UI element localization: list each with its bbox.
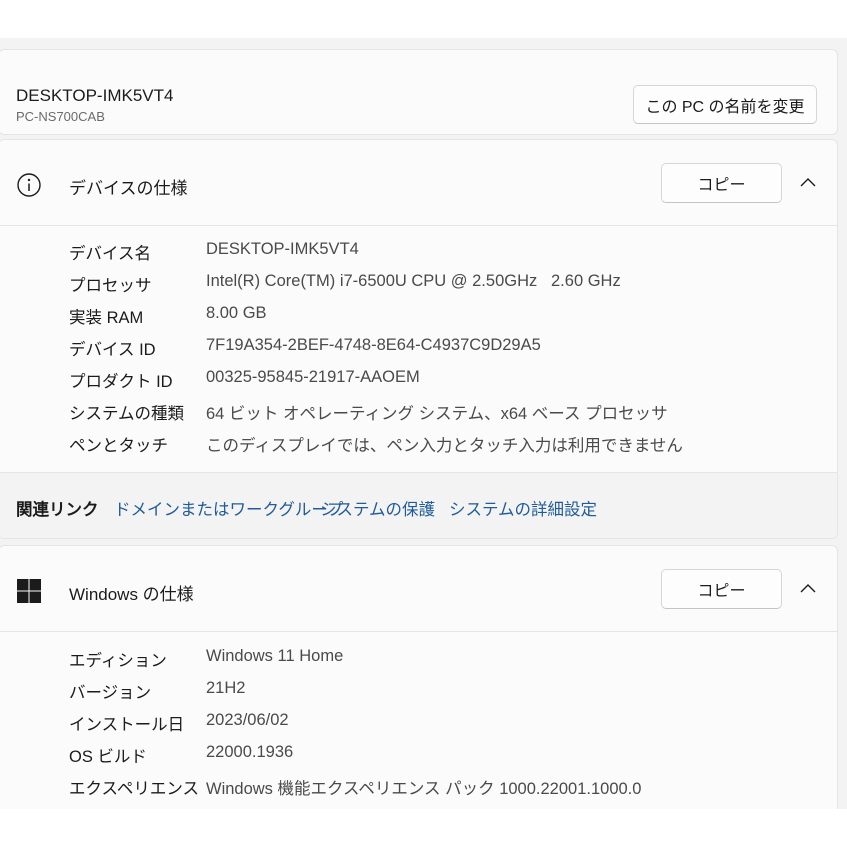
spec-value: 8.00 GB [206, 304, 267, 322]
spec-label: エクスペリエンス [69, 780, 200, 798]
spec-label: プロダクト ID [69, 373, 173, 391]
spec-label: ペンとタッチ [69, 437, 168, 455]
windows-specs-title: Windows の仕様 [69, 585, 194, 604]
spec-value: 21H2 [206, 679, 246, 697]
spec-value: DESKTOP-IMK5VT4 [206, 240, 359, 258]
info-icon [17, 173, 41, 197]
spec-label: インストール日 [69, 716, 185, 734]
spec-label: プロセッサ [69, 277, 152, 295]
spec-label: 実装 RAM [69, 309, 144, 327]
windows-specs-card: Windows の仕様 コピー エディション Windows 11 Home バ… [0, 545, 838, 809]
chevron-up-icon[interactable] [798, 173, 818, 193]
copy-windows-specs-button[interactable]: コピー [661, 569, 782, 609]
copy-device-specs-button[interactable]: コピー [661, 163, 782, 203]
settings-content: DESKTOP-IMK5VT4 PC-NS700CAB この PC の名前を変更… [0, 38, 847, 809]
advanced-system-settings-link[interactable]: システムの詳細設定 [449, 496, 597, 520]
spec-value: 00325-95845-21917-AAOEM [206, 368, 420, 386]
pc-model: PC-NS700CAB [16, 109, 105, 124]
domain-workgroup-link[interactable]: ドメインまたはワークグループ [114, 496, 343, 520]
spec-value: 22000.1936 [206, 743, 294, 761]
spec-value: Windows 11 Home [206, 647, 344, 665]
windows-logo-icon [17, 579, 41, 603]
rename-pc-button[interactable]: この PC の名前を変更 [633, 85, 817, 124]
system-protection-link[interactable]: システムの保護 [320, 496, 435, 520]
spec-label: システムの種類 [69, 405, 185, 423]
spec-label: デバイス名 [69, 245, 152, 263]
windows-specs-header[interactable]: Windows の仕様 コピー [0, 546, 837, 632]
related-links-bar: 関連リンク ドメインまたはワークグループ システムの保護 システムの詳細設定 [0, 472, 837, 538]
chevron-up-icon[interactable] [798, 579, 818, 599]
spec-label: デバイス ID [69, 341, 156, 359]
spec-value: このディスプレイでは、ペン入力とタッチ入力は利用できません [206, 437, 683, 455]
spec-value: Intel(R) Core(TM) i7-6500U CPU @ 2.50GHz… [206, 272, 621, 290]
spec-label: OS ビルド [69, 748, 147, 766]
device-specs-header[interactable]: デバイスの仕様 コピー [0, 140, 837, 226]
spec-label: エディション [69, 652, 167, 670]
spec-label: バージョン [69, 684, 152, 702]
device-specs-card: デバイスの仕様 コピー デバイス名 DESKTOP-IMK5VT4 プロセッサ … [0, 139, 838, 539]
spec-value: 64 ビット オペレーティング システム、x64 ベース プロセッサ [206, 405, 668, 423]
bottom-margin [0, 809, 847, 847]
spec-value: Windows 機能エクスペリエンス パック 1000.22001.1000.0 [206, 780, 642, 798]
device-specs-title: デバイスの仕様 [69, 179, 188, 198]
spec-value: 7F19A354-2BEF-4748-8E64-C4937C9D29A5 [206, 336, 541, 354]
pc-name-card: DESKTOP-IMK5VT4 PC-NS700CAB この PC の名前を変更 [0, 49, 838, 135]
pc-name: DESKTOP-IMK5VT4 [16, 86, 174, 105]
spec-value: 2023/06/02 [206, 711, 289, 729]
related-links-label: 関連リンク [16, 501, 99, 519]
